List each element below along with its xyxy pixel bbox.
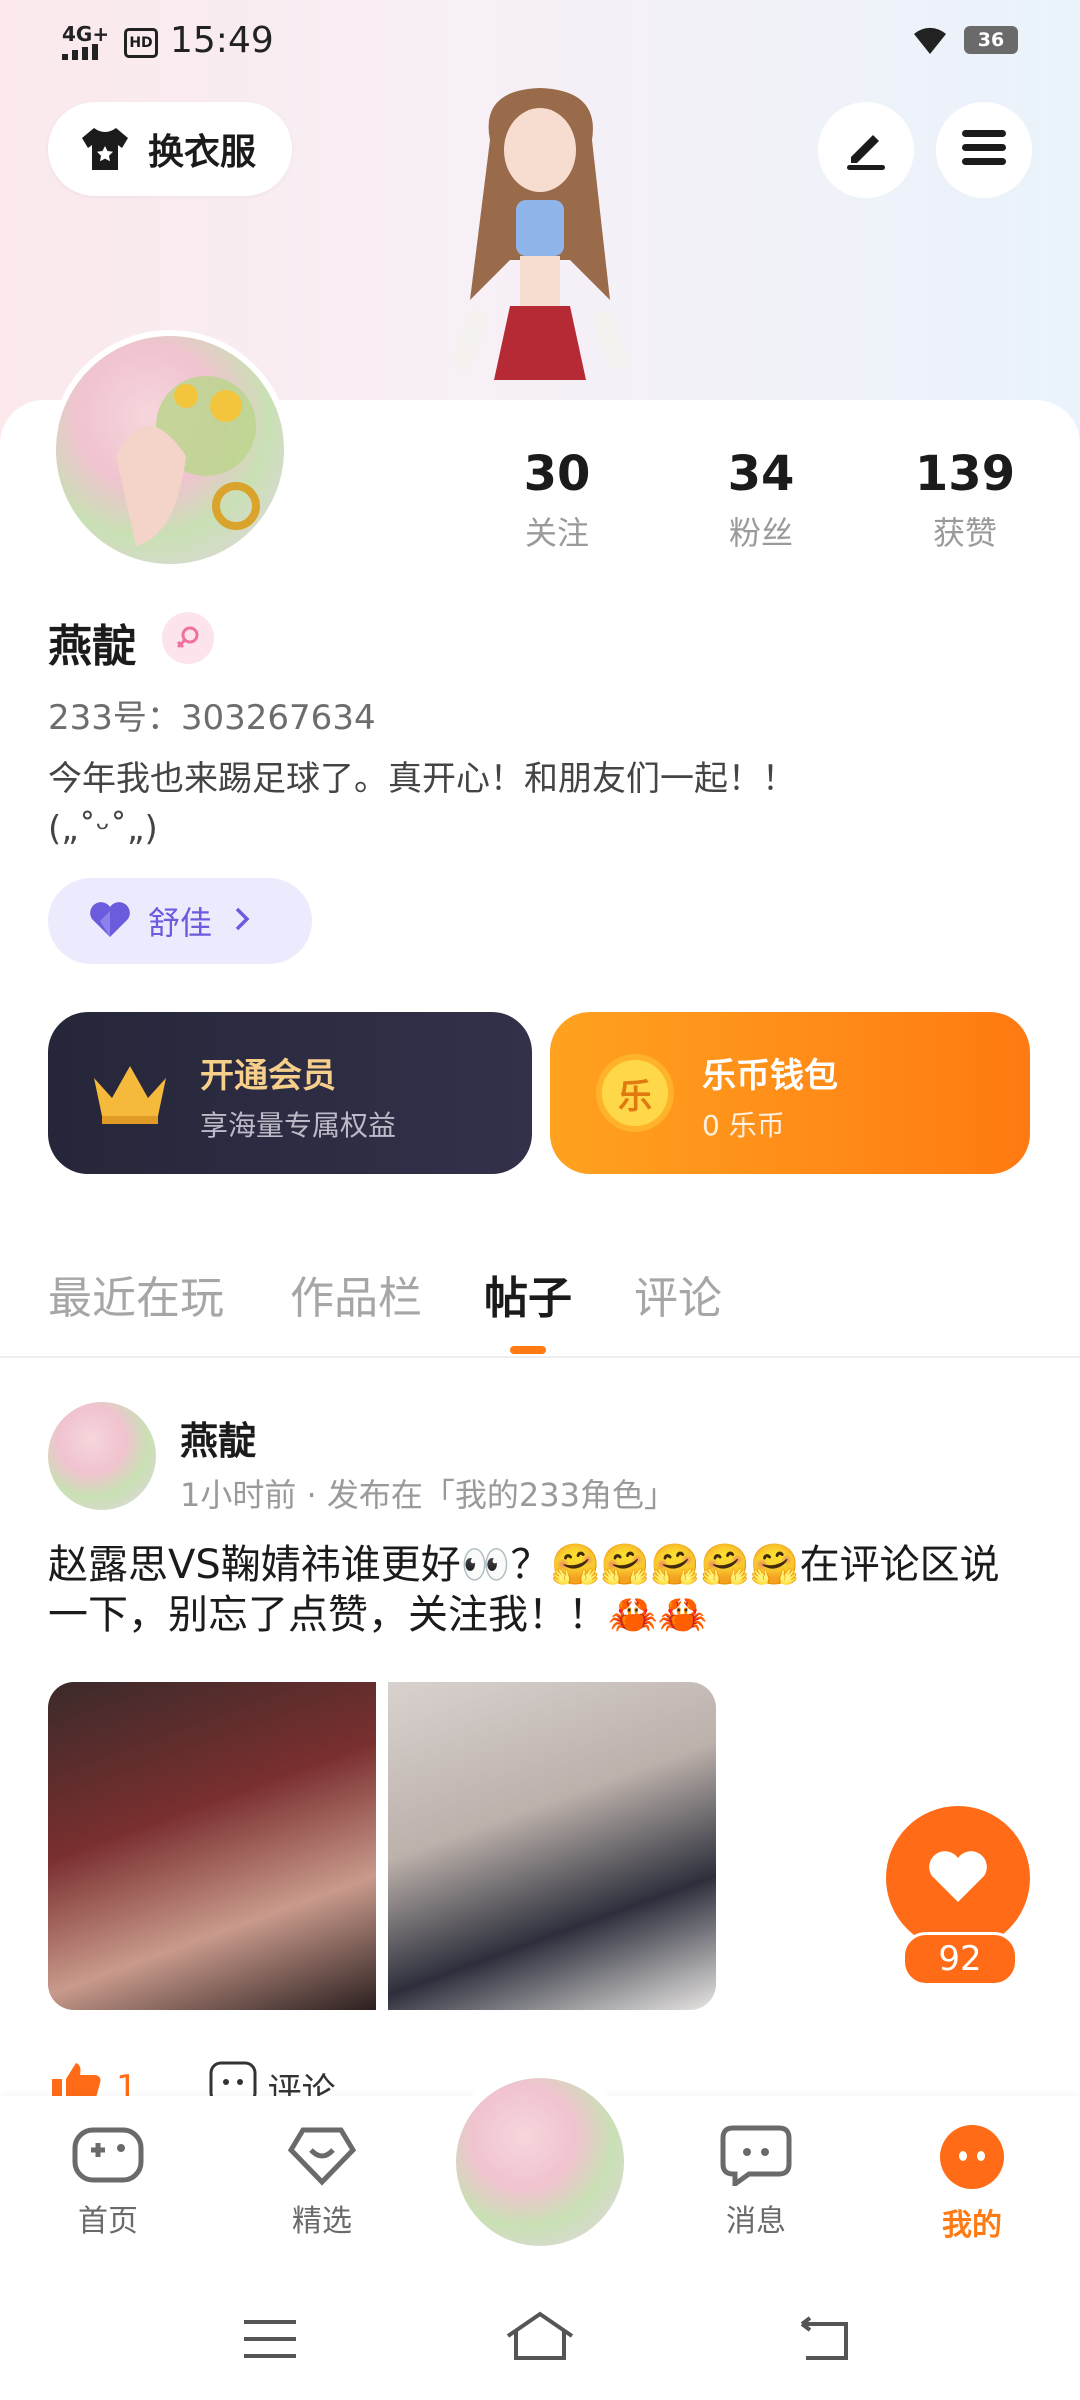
battery-indicator: 36 (964, 26, 1018, 54)
following-stat[interactable]: 30 关注 (482, 446, 632, 554)
vip-title: 开通会员 (200, 1056, 336, 1096)
fans-label: 粉丝 (728, 514, 793, 552)
fans-count: 34 (727, 446, 795, 502)
hamburger-menu-icon (960, 126, 1008, 174)
nav-home[interactable]: 首页 (48, 2124, 168, 2240)
change-outfit-label: 换衣服 (148, 132, 257, 173)
fans-stat[interactable]: 34 粉丝 (686, 446, 836, 554)
tshirt-icon (76, 120, 134, 178)
bio-line-1: 今年我也来踢足球了。真开心！和朋友们一起！！ (48, 759, 796, 799)
heart-icon (926, 1848, 990, 1908)
profile-name: 燕靛 (48, 621, 136, 672)
heart-diamond-icon (285, 2127, 359, 2190)
nav-featured-label: 精选 (292, 2204, 352, 2239)
user-id[interactable]: 233号：303267634 (48, 690, 376, 739)
coin-icon: 乐 (596, 1054, 674, 1132)
post-text[interactable]: 赵露思VS鞠婧祎谁更好👀？🤗🤗🤗🤗🤗在评论区说一下，别忘了点赞，关注我！！🦀🦀 (48, 1540, 1038, 1640)
chevron-right-icon (232, 904, 252, 938)
tab-works[interactable]: 作品栏 (290, 1262, 422, 1326)
pen-icon (841, 123, 891, 177)
relationship-tag-button[interactable]: 舒佳 (48, 878, 312, 964)
signal-icon (62, 44, 110, 64)
likes-stat[interactable]: 139 获赞 (890, 446, 1040, 554)
back-icon[interactable] (796, 2314, 852, 2366)
coin-icon-glyph: 乐 (618, 1076, 652, 1117)
status-bar: 4G+ HD 15:49 36 (0, 0, 1080, 84)
menu-button[interactable] (936, 102, 1032, 198)
wifi-icon (910, 22, 950, 60)
nav-center-avatar[interactable] (456, 2078, 624, 2246)
chat-icon (719, 2125, 793, 2190)
vip-membership-card[interactable]: 开通会员 享海量专属权益 (48, 1012, 532, 1174)
profile-face-icon (937, 2125, 1007, 2194)
active-tab-indicator (510, 1346, 546, 1354)
likes-label: 获赞 (932, 514, 997, 552)
avatar-character[interactable] (420, 80, 660, 410)
tabs-divider (0, 1356, 1080, 1358)
gamepad-icon (71, 2127, 145, 2190)
nav-me-label: 我的 (942, 2208, 1002, 2243)
nav-messages[interactable]: 消息 (696, 2124, 816, 2240)
wallet-balance: 0 乐币 (702, 1109, 785, 1142)
post-author-avatar[interactable] (48, 1402, 156, 1510)
wallet-title: 乐币钱包 (702, 1056, 838, 1096)
post-image-1[interactable] (48, 1682, 376, 2010)
profile-bio: 今年我也来踢足球了。真开心！和朋友们一起！！ („˚ᵕ˚„) (48, 754, 1048, 854)
post-author-name[interactable]: 燕靛 (180, 1410, 256, 1465)
nav-me[interactable]: 我的 (912, 2124, 1032, 2244)
tab-recently-played[interactable]: 最近在玩 (48, 1262, 224, 1326)
system-navigation-bar (0, 2276, 1080, 2400)
following-label: 关注 (524, 514, 589, 552)
edit-button[interactable] (818, 102, 914, 198)
relationship-tag-label: 舒佳 (148, 904, 213, 942)
tab-posts[interactable]: 帖子 (484, 1262, 572, 1326)
status-time: 15:49 (170, 20, 274, 61)
wallet-card[interactable]: 乐 乐币钱包 0 乐币 (550, 1012, 1030, 1174)
network-indicator: 4G+ (62, 22, 110, 46)
heart-icon (86, 899, 134, 943)
profile-avatar[interactable] (50, 330, 290, 570)
vip-subtitle: 享海量专属权益 (200, 1109, 397, 1142)
change-outfit-button[interactable]: 换衣服 (48, 102, 292, 196)
tab-comments[interactable]: 评论 (634, 1262, 722, 1326)
post-meta: 1小时前 · 发布在「我的233角色」 (180, 1476, 676, 1514)
following-count: 30 (523, 446, 591, 502)
like-count-badge: 92 (902, 1932, 1018, 1986)
like-floating-button[interactable] (886, 1806, 1030, 1950)
female-icon (162, 612, 214, 664)
recent-apps-icon[interactable] (242, 2316, 298, 2366)
nav-featured[interactable]: 精选 (262, 2124, 382, 2240)
hd-icon: HD (124, 28, 158, 58)
likes-count: 139 (914, 446, 1016, 502)
nav-messages-label: 消息 (726, 2204, 786, 2239)
crown-icon (88, 1058, 172, 1134)
bio-line-2: („˚ᵕ˚„) (48, 809, 158, 849)
nav-home-label: 首页 (78, 2204, 138, 2239)
post-image-2[interactable] (388, 1682, 716, 2010)
home-icon[interactable] (504, 2310, 576, 2366)
